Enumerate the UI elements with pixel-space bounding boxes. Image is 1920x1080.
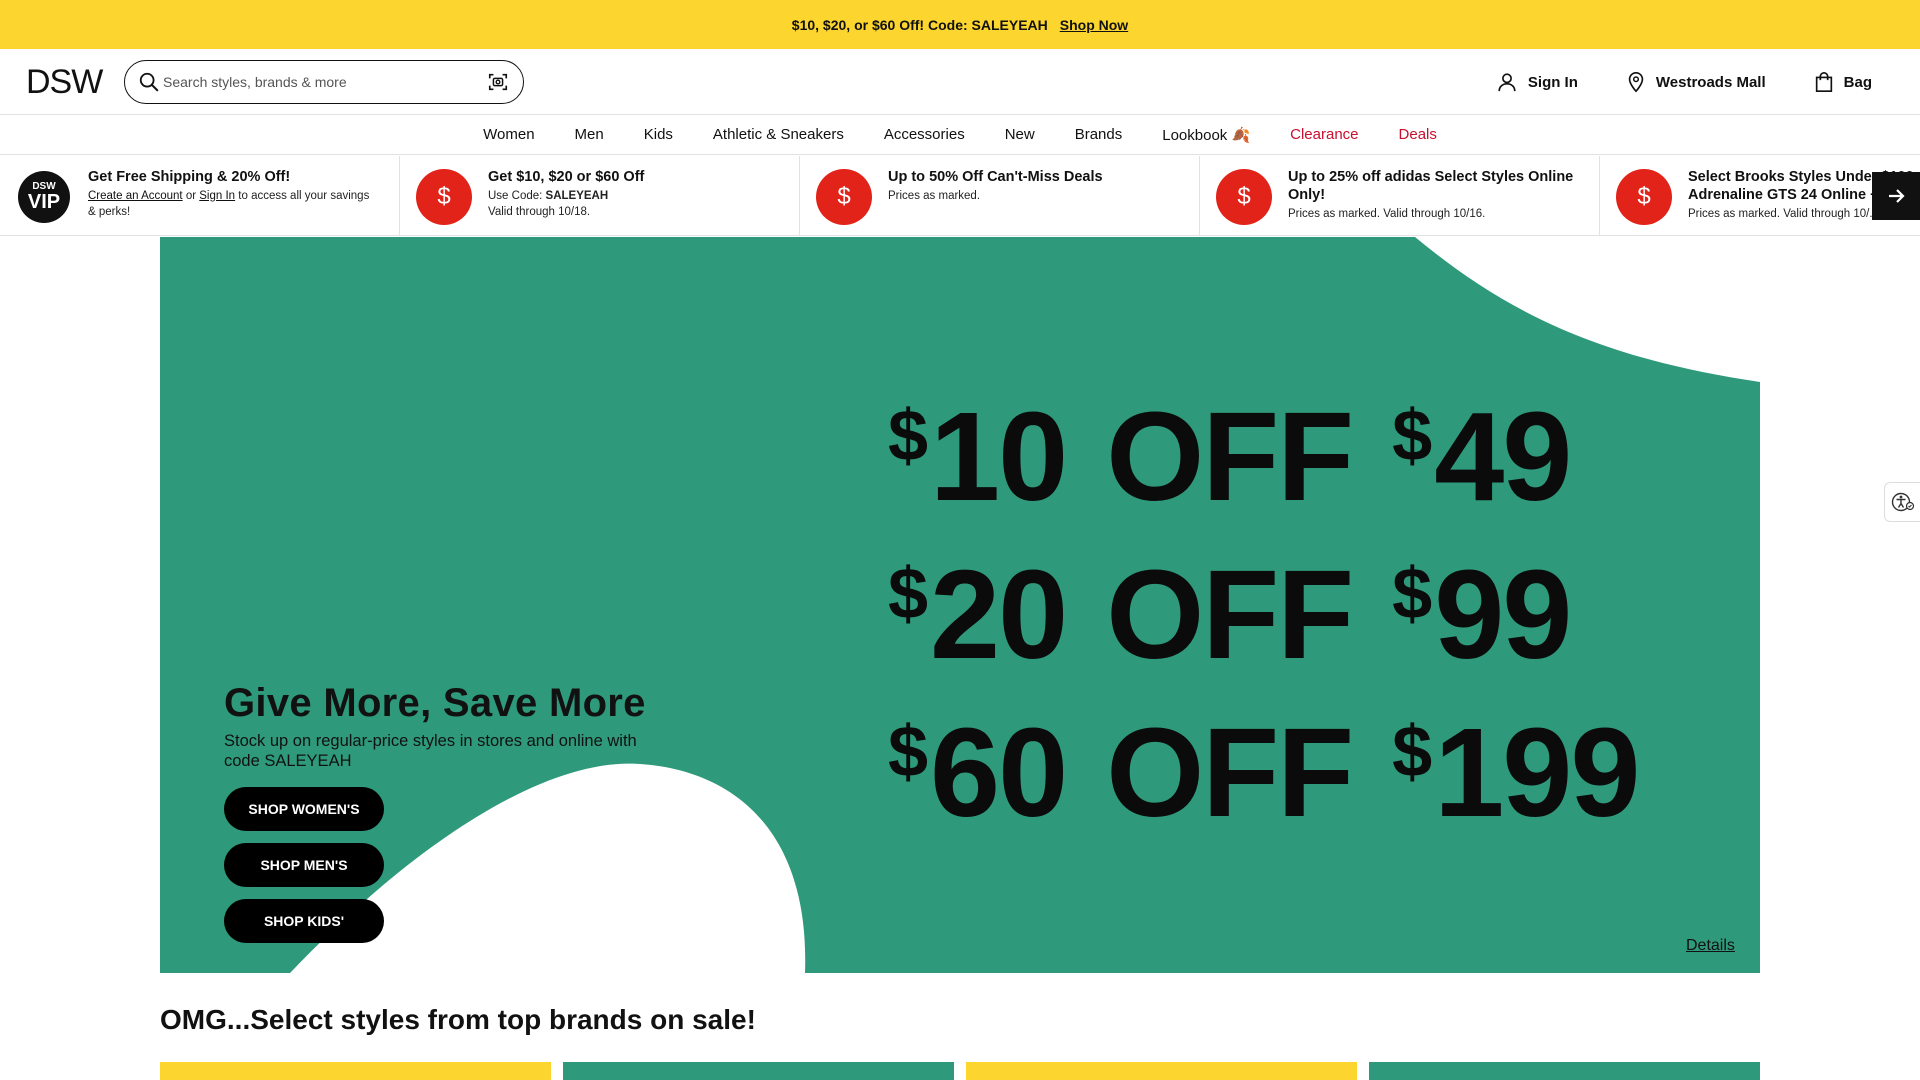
offer-valid: Valid through 10/18. — [488, 206, 591, 218]
dollar-badge-icon: $ — [1616, 169, 1672, 225]
main-nav: Women Men Kids Athletic & Sneakers Acces… — [0, 115, 1920, 155]
dollar-badge-icon: $ — [816, 169, 872, 225]
offer-title: Get Free Shipping & 20% Off! — [88, 169, 291, 185]
hero-title: Give More, Save More — [224, 681, 646, 725]
visual-search-icon[interactable] — [487, 71, 509, 93]
brand-tiles — [160, 1062, 1760, 1080]
offer-minimum: 199 — [1434, 702, 1640, 843]
shop-now-link[interactable]: Shop Now — [1060, 17, 1128, 33]
accessibility-button[interactable] — [1884, 482, 1920, 522]
vip-badge-bottom: VIP — [27, 191, 61, 213]
arrow-right-icon — [1889, 189, 1905, 203]
nav-accessories[interactable]: Accessories — [884, 126, 965, 143]
offer-code[interactable]: $ Get $10, $20 or $60 Off Use Code: SALE… — [400, 156, 800, 235]
offer-line-10: $10 OFF $49 — [888, 394, 1572, 520]
promo-code: SALEYEAH — [545, 190, 609, 202]
currency-sign: $ — [888, 396, 928, 476]
offer-deals[interactable]: $ Up to 50% Off Can't-Miss Deals Prices … — [800, 156, 1200, 235]
shop-men-button[interactable]: SHOP MEN'S — [224, 843, 384, 887]
offer-details: Prices as marked. — [888, 190, 981, 202]
shopping-bag-icon — [1815, 72, 1832, 92]
currency-sign: $ — [1392, 712, 1432, 792]
nav-women[interactable]: Women — [483, 126, 534, 143]
user-icon — [1498, 73, 1516, 92]
shop-women-button[interactable]: SHOP WOMEN'S — [224, 787, 384, 831]
nav-men[interactable]: Men — [575, 126, 604, 143]
hero-subtitle: Stock up on regular-price styles in stor… — [224, 732, 637, 770]
bag-button[interactable]: Bag — [1814, 71, 1872, 93]
offer-word: OFF — [1106, 386, 1354, 527]
offer-amount: 20 — [930, 544, 1068, 685]
nav-new[interactable]: New — [1005, 126, 1035, 143]
store-selector[interactable]: Westroads Mall — [1626, 71, 1766, 93]
nav-lookbook[interactable]: Lookbook 🍂 — [1162, 126, 1250, 144]
offer-title: Up to 50% Off Can't-Miss Deals — [888, 169, 1103, 185]
offer-details: Create an Account or Sign In to access a… — [88, 188, 378, 220]
hero-banner[interactable]: $10 OFF $49 $20 OFF $99 $60 OFF $199 Give More… — [160, 237, 1760, 973]
dsw-logo[interactable]: DSW — [26, 63, 103, 102]
header-actions: Sign In Westroads Mall Bag — [1496, 49, 1920, 115]
search-bar[interactable] — [124, 60, 524, 104]
offer-or: or — [185, 190, 197, 202]
brand-tile[interactable] — [1369, 1062, 1760, 1080]
offer-word: OFF — [1106, 702, 1354, 843]
sign-in-label: Sign In — [1527, 73, 1578, 91]
currency-sign: $ — [888, 712, 928, 792]
nav-deals[interactable]: Deals — [1399, 126, 1437, 143]
search-input[interactable] — [163, 69, 463, 95]
promo-bar: $10, $20, or $60 Off! Code: SALEYEAH Sho… — [0, 0, 1920, 49]
carousel-next-button[interactable] — [1872, 172, 1920, 220]
offer-minimum: 49 — [1434, 386, 1572, 527]
brand-tile[interactable] — [966, 1062, 1357, 1080]
code-prefix: Use Code: — [488, 190, 543, 202]
nav-athletic-sneakers[interactable]: Athletic & Sneakers — [713, 126, 844, 143]
brand-tile[interactable] — [160, 1062, 551, 1080]
offer-details: Prices as marked. Valid through 10/16. — [1288, 208, 1486, 220]
sign-in-link[interactable]: Sign In — [199, 190, 235, 202]
bag-label: Bag — [1843, 73, 1872, 91]
nav-kids[interactable]: Kids — [644, 126, 673, 143]
offer-word: OFF — [1106, 544, 1354, 685]
search-icon — [139, 72, 159, 92]
vip-badge-icon: DSW VIP — [18, 171, 70, 223]
details-link[interactable]: Details — [1686, 937, 1735, 955]
offer-line-20: $20 OFF $99 — [888, 552, 1572, 678]
currency-sign: $ — [888, 554, 928, 634]
promo-text: $10, $20, or $60 Off! Code: SALEYEAH — [791, 16, 1048, 33]
offer-adidas[interactable]: $ Up to 25% off adidas Select Styles Onl… — [1200, 156, 1600, 235]
accessibility-icon — [1891, 492, 1914, 512]
offers-carousel: DSW VIP Get Free Shipping & 20% Off! Cre… — [0, 156, 1920, 236]
offer-title: Up to 25% off adidas Select Styles Onlin… — [1288, 169, 1574, 203]
brand-tile[interactable] — [563, 1062, 954, 1080]
offer-vip[interactable]: DSW VIP Get Free Shipping & 20% Off! Cre… — [0, 156, 400, 235]
dollar-badge-icon: $ — [1216, 169, 1272, 225]
nav-brands[interactable]: Brands — [1075, 126, 1123, 143]
header: DSW Sign In Westroads Mall — [0, 49, 1920, 115]
currency-sign: $ — [1392, 554, 1432, 634]
offer-line-60: $60 OFF $199 — [888, 710, 1640, 836]
nav-clearance[interactable]: Clearance — [1290, 126, 1358, 143]
create-account-link[interactable]: Create an Account — [88, 190, 183, 202]
offer-amount: 60 — [930, 702, 1068, 843]
currency-sign: $ — [1392, 396, 1432, 476]
offer-code-line: Use Code: SALEYEAH — [488, 188, 778, 204]
dollar-badge-icon: $ — [416, 169, 472, 225]
offer-amount: 10 — [930, 386, 1068, 527]
section-title: OMG...Select styles from top brands on s… — [160, 1004, 756, 1035]
location-pin-icon — [1628, 72, 1644, 93]
store-label: Westroads Mall — [1655, 73, 1766, 91]
sign-in-button[interactable]: Sign In — [1496, 71, 1578, 93]
offer-minimum: 99 — [1434, 544, 1572, 685]
shop-kids-button[interactable]: SHOP KIDS' — [224, 899, 384, 943]
offer-title: Get $10, $20 or $60 Off — [488, 169, 645, 185]
